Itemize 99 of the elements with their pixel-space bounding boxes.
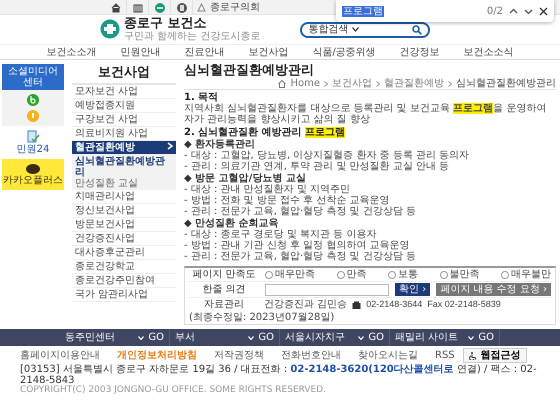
rating-option[interactable]: 매우만족 [265, 269, 315, 280]
footer-link[interactable]: 찾아오시는길 [358, 350, 418, 362]
caret-icon [358, 336, 364, 340]
manager-name: 건강증진과 김민승 [264, 299, 348, 310]
find-query[interactable]: 프로그램 [342, 6, 384, 16]
list-line: - 방법 : 관내 기관 신청 후 일정 협의하여 교육운영 [184, 240, 411, 252]
chevron-right-icon [448, 80, 452, 87]
sidebar-title: 보건사업 [72, 64, 176, 86]
search-icon[interactable] [412, 24, 422, 34]
list-line: - 대상 : 관내 만성질환자 및 지역주민 [184, 184, 352, 196]
search-scope-select[interactable]: 통합검색 [308, 24, 348, 35]
chevron-up-icon[interactable] [509, 6, 518, 16]
comment-label: 한줄 의견 [201, 284, 247, 296]
nav-menu-item[interactable]: 민원안내 [120, 46, 160, 58]
close-icon[interactable] [539, 6, 548, 16]
caret-icon [468, 336, 474, 340]
last-updated: (최종수정일: 2023년07월28일) [189, 312, 334, 324]
breadcrumb-link[interactable]: 심뇌혈관질환예방관리 [456, 78, 556, 90]
document-check-icon [26, 130, 40, 144]
kakao-plus-link[interactable]: 카카오플러스 [2, 159, 64, 190]
confirm-button[interactable]: 확인 › [395, 283, 430, 296]
sidebar-item[interactable]: 국가 암관리사업 [72, 288, 176, 302]
council-link[interactable]: 종로구의회 [193, 0, 264, 14]
caret-icon [248, 336, 254, 340]
accessibility-button[interactable]: 웹접근성 [462, 348, 527, 364]
footer-link[interactable]: 홈페이지이용안내 [20, 350, 100, 362]
nav-menu-item[interactable]: 건강정보 [400, 46, 440, 58]
manager-label: 자료관리 [203, 299, 245, 310]
footer-select[interactable]: 동주민센터 GO [60, 329, 170, 346]
match-count: 0/2 [486, 6, 503, 16]
sidebar-item[interactable]: 혈관질환예방 [72, 141, 176, 156]
nav-menu-item[interactable]: 진료안내 [184, 46, 224, 58]
footer-select[interactable]: 부서 GO [170, 329, 280, 346]
breadcrumb-link[interactable]: Home [290, 78, 320, 90]
logo-subtitle: 구민과 함께하는 건강도시종로 [124, 32, 260, 42]
edit-request-button[interactable]: 페이지 내용 수정 요청 › [436, 283, 551, 296]
list-line: - 대상 : 종로구 경로당 및 복지관 등 이용자 [184, 229, 378, 240]
rating-label: 페이지 만족도 [191, 269, 257, 280]
caret-icon [352, 27, 360, 32]
chevron-right-icon [324, 80, 328, 87]
sidebar-item[interactable]: 정신보건사업 [72, 204, 176, 218]
logo-title: 종로구 보건소 [124, 17, 208, 32]
footer-link[interactable]: RSS [435, 350, 455, 362]
quick-menu-title: 소셜미디어 센터 [2, 64, 64, 90]
nav-menu-item[interactable]: 식품/공중위생 [312, 46, 376, 58]
manager-fax: Fax 02-2148-5839 [427, 300, 501, 310]
rating-option[interactable]: 불만족 [440, 269, 480, 280]
sidebar-subitem[interactable]: 만성질환 교실 [75, 178, 173, 190]
address-text: [03153] 서울특별시 종로구 자하문로 19길 36 / 대표전화 : 02-2148-3620(120다산콜센터로 연결) / 팩스 : 02-2148-5843 [19, 363, 538, 386]
circle-logo-icon[interactable] [154, 2, 166, 14]
rating-option[interactable]: 만족 [336, 269, 366, 280]
nav-menu-item[interactable]: 보건소소개 [46, 46, 96, 58]
footer-select[interactable]: 패밀리 사이트 GO [390, 329, 500, 346]
copyright-text: COPYRIGHT(C) 2003 JONGNO-GU OFFICE. SOME RIGHTS RESERVED. [19, 386, 328, 396]
sidebar-item[interactable]: 예방접종지원 [72, 99, 176, 114]
page-title: 심뇌혈관질환예방관리 [184, 64, 314, 78]
sidebar-item[interactable]: 방문보건사업 [72, 218, 176, 232]
footer-select[interactable]: 서울시자치구 GO [280, 329, 390, 346]
chevron-right-icon [167, 142, 173, 150]
sidebar-item[interactable]: 종로건강학교 [72, 260, 176, 274]
nav-menu-item[interactable]: 보건소소식 [464, 46, 514, 58]
search-field[interactable]: 통합검색 [300, 22, 430, 38]
list-line: - 방법 : 전화 및 방문 접수 후 선착순 교육운영 [184, 195, 391, 206]
chevron-right-icon [376, 80, 380, 87]
home-icon[interactable] [110, 2, 122, 14]
list-line: - 관리 : 의료기관 연계, 투약 관리 및 만성질환 교실 안내 등 [184, 161, 450, 172]
sidebar-item[interactable]: 구강보건 사업 [72, 113, 176, 128]
subsection-title: ◆ 만성질환 순회교육 [184, 218, 280, 230]
blog-icon[interactable] [27, 94, 39, 106]
sidebar-item[interactable]: 대사증후군관리 [72, 246, 176, 260]
subsection-title: ◆ 환자등록관리 [184, 139, 256, 150]
minwon-link[interactable]: 민원24 [2, 126, 64, 159]
breadcrumb-link[interactable]: 혈관질환예방 [384, 78, 444, 90]
manager-phone: 02-2148-3644 [366, 300, 422, 310]
sidebar-subitem[interactable]: 심뇌혈관질환예방관리 [75, 156, 173, 178]
sidebar-item[interactable]: 모자보건 사업 [72, 85, 176, 100]
list-line: - 관리 : 전문가 교육, 혈압·혈당 측정 및 건강상담 등 [184, 251, 417, 262]
body-paragraph: 지역사회 심뇌혈관질환자를 대상으로 등록관리 및 보건교육 프로그램을 운영하여 자가 관리능력을 향상시키고 삶의 질 향상 [184, 103, 548, 126]
breadcrumb-link[interactable]: 보건사업 [332, 78, 372, 90]
list-line: - 관리 : 전문가 교육, 혈압·혈당 측정 및 건강상담 등 [184, 206, 417, 218]
chevron-down-icon[interactable] [524, 6, 533, 16]
sidebar-item[interactable]: 종로건강주민참여 [72, 274, 176, 288]
section-heading: 1. 목적 [184, 92, 220, 104]
list-line: - 대상 : 고혈압, 당뇨병, 이상지질혈증 환자 중 등록 관리 동의자 [184, 150, 470, 162]
comment-input[interactable] [265, 284, 390, 296]
sidebar-item[interactable]: 치매관리사업 [72, 190, 176, 204]
sidebar-item[interactable]: 건강증진사업 [72, 232, 176, 246]
rating-option[interactable]: 보통 [388, 269, 418, 280]
footer-link[interactable]: 전화번호안내 [281, 350, 341, 362]
rating-option[interactable]: 매우불만 [501, 269, 551, 280]
footer-link[interactable]: 저작권정책 [214, 350, 264, 362]
nav-menu-item[interactable]: 보건사업 [248, 46, 288, 58]
circle-emblem-icon[interactable] [176, 2, 188, 14]
home-icon [278, 80, 286, 88]
health-center-logo-icon [100, 19, 120, 40]
subsection-title: ◆ 방문 고혈압/당뇨병 교실 [184, 173, 307, 184]
wheelchair-icon [468, 352, 477, 360]
section-heading: 2. 심뇌혈관질환 예방관리 프로그램 [184, 127, 346, 138]
caret-icon [138, 336, 144, 340]
